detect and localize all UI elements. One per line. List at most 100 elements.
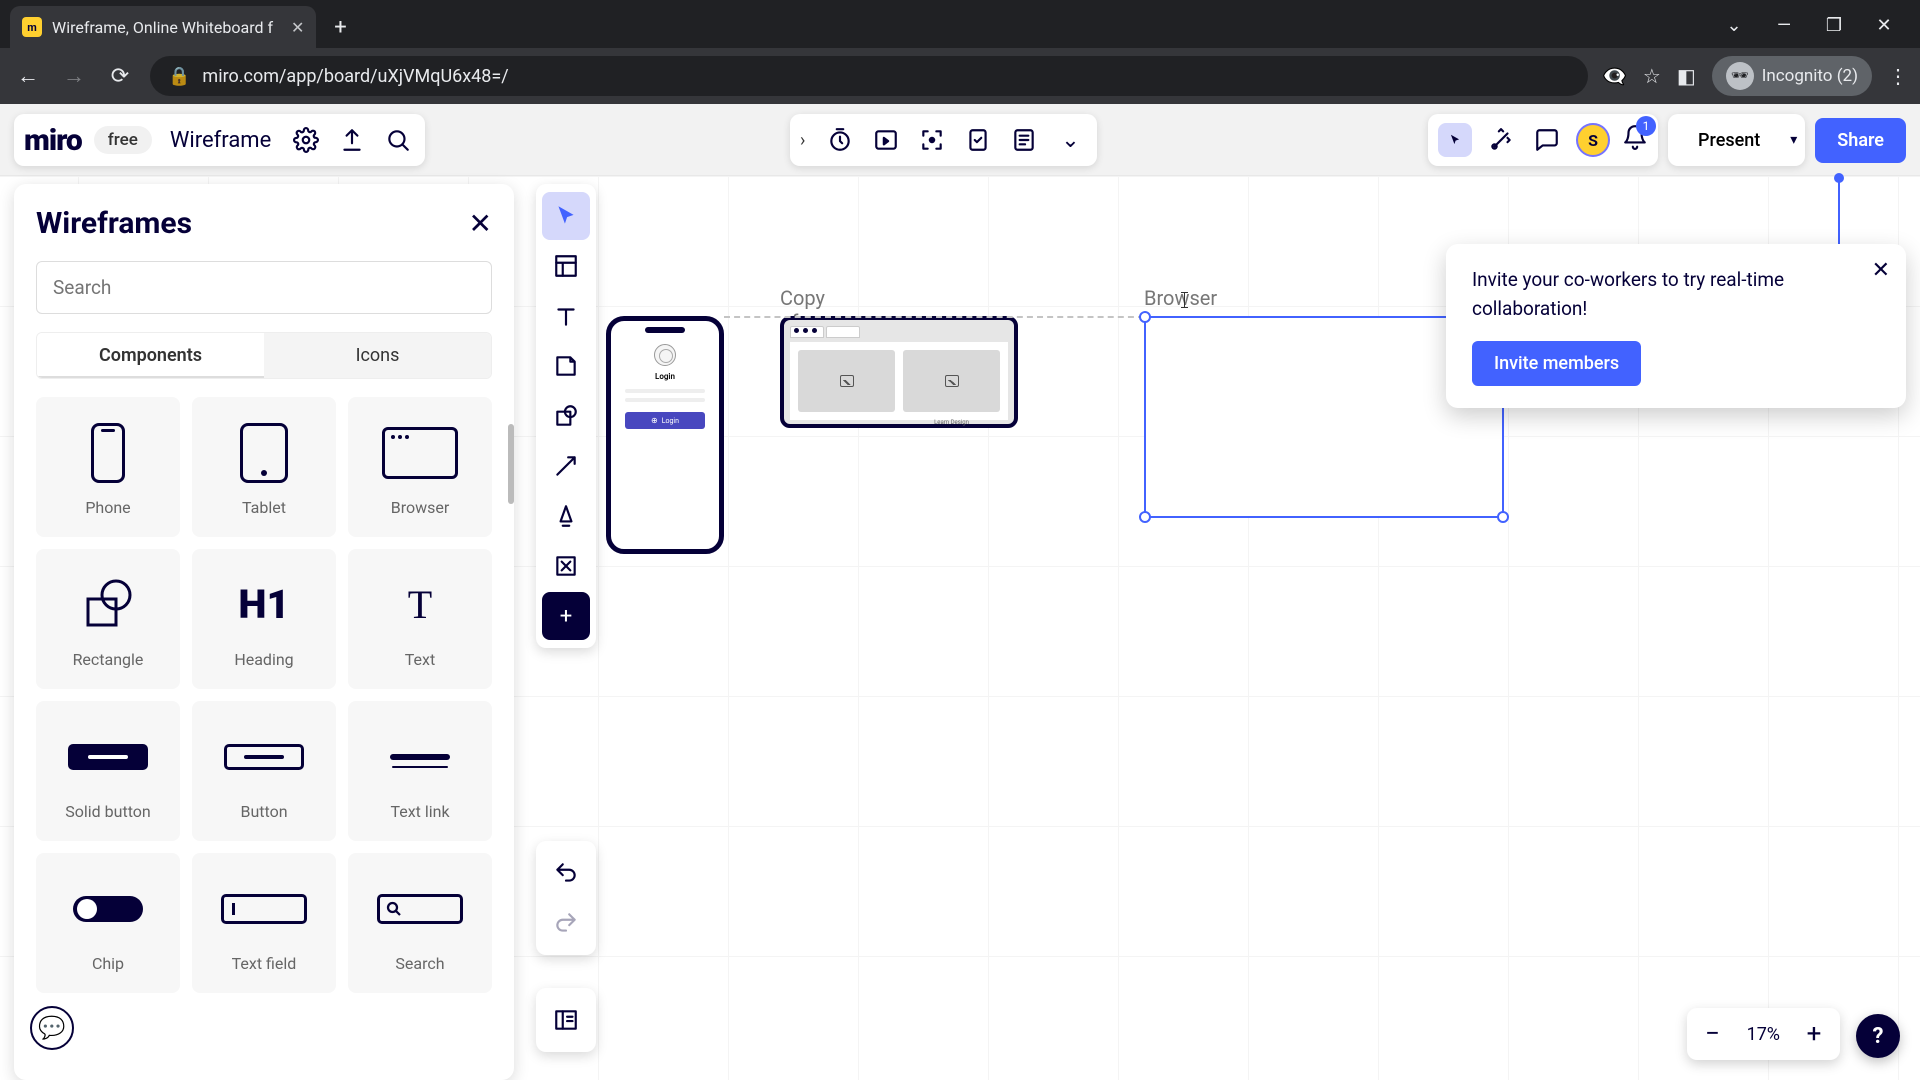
browser-menu-icon[interactable]: ⋮ xyxy=(1888,64,1908,88)
frame-focus-icon[interactable] xyxy=(915,123,949,157)
url-text: miro.com/app/board/uXjVMqU6x48=/ xyxy=(202,66,508,87)
miro-logo[interactable]: miro xyxy=(24,123,82,158)
zoom-out-icon[interactable]: − xyxy=(1693,1014,1733,1054)
miro-favicon: m xyxy=(22,17,42,37)
free-plan-badge[interactable]: free xyxy=(94,126,152,154)
browser-tab[interactable]: m Wireframe, Online Whiteboard f ✕ xyxy=(10,6,316,48)
invite-members-button[interactable]: Invite members xyxy=(1472,341,1641,386)
tab-icons[interactable]: Icons xyxy=(264,333,491,378)
component-text[interactable]: T Text xyxy=(348,549,492,689)
component-browser[interactable]: Browser xyxy=(348,397,492,537)
more-tools-icon[interactable]: + xyxy=(542,592,590,640)
toolbar: + xyxy=(536,184,596,648)
address-bar: ← → ⟳ 🔒 miro.com/app/board/uXjVMqU6x48=/… xyxy=(0,48,1920,104)
resize-handle-br[interactable] xyxy=(1497,511,1509,523)
pen-tool-icon[interactable] xyxy=(542,492,590,540)
component-text-field[interactable]: Text field xyxy=(192,853,336,993)
resize-handle-bl[interactable] xyxy=(1139,511,1151,523)
notifications-icon[interactable]: 1 xyxy=(1622,124,1648,156)
notification-badge: 1 xyxy=(1636,116,1656,136)
user-avatar[interactable]: S xyxy=(1576,123,1610,157)
connector-dot xyxy=(1834,173,1844,183)
url-input[interactable]: 🔒 miro.com/app/board/uXjVMqU6x48=/ xyxy=(150,56,1588,96)
search-icon[interactable] xyxy=(381,123,415,157)
zoom-level[interactable]: 17% xyxy=(1739,1024,1788,1045)
minimize-icon[interactable]: — xyxy=(1772,15,1796,36)
lock-icon: 🔒 xyxy=(168,66,190,87)
canvas-area[interactable]: Wireframes ✕ Components Icons Phone Tabl… xyxy=(0,176,1920,1080)
collapse-arrow-icon[interactable]: › xyxy=(800,130,811,151)
cursor-mode-icon[interactable] xyxy=(1438,123,1472,157)
phone-login-button: Login xyxy=(625,412,705,429)
component-solid-button[interactable]: Solid button xyxy=(36,701,180,841)
board-name[interactable]: Wireframe xyxy=(164,128,277,153)
phone-login-title: Login xyxy=(621,372,709,381)
incognito-badge[interactable]: 🕶 Incognito (2) xyxy=(1712,56,1872,96)
component-rectangle[interactable]: Rectangle xyxy=(36,549,180,689)
side-panel-toggle-icon[interactable] xyxy=(542,996,590,1044)
close-window-icon[interactable]: ✕ xyxy=(1872,15,1896,36)
help-button[interactable]: ? xyxy=(1856,1014,1900,1058)
timer-icon[interactable] xyxy=(823,123,857,157)
new-tab-button[interactable]: + xyxy=(322,9,358,45)
phone-avatar-placeholder xyxy=(654,344,676,366)
text-edit-cursor xyxy=(1184,292,1185,308)
window-controls: ⌄ — ❐ ✕ xyxy=(1722,15,1920,48)
tab-components[interactable]: Components xyxy=(37,333,264,378)
reload-icon[interactable]: ⟳ xyxy=(104,60,136,92)
component-heading[interactable]: H1 Heading xyxy=(192,549,336,689)
export-icon[interactable] xyxy=(335,123,369,157)
resize-handle-tl[interactable] xyxy=(1139,311,1151,323)
template-tool-icon[interactable] xyxy=(542,242,590,290)
wireframes-panel: Wireframes ✕ Components Icons Phone Tabl… xyxy=(14,184,514,1080)
eye-disabled-icon[interactable]: 👁‍🗨 xyxy=(1602,64,1627,88)
side-panel-icon[interactable]: ◧ xyxy=(1677,64,1696,88)
panel-title: Wireframes xyxy=(36,206,192,241)
image-placeholder-icon xyxy=(840,375,854,387)
reactions-icon[interactable] xyxy=(1484,123,1518,157)
search-input[interactable] xyxy=(36,261,492,314)
image-placeholder-icon xyxy=(945,375,959,387)
zoom-in-icon[interactable]: + xyxy=(1794,1014,1834,1054)
share-button[interactable]: Share xyxy=(1815,118,1906,163)
browser-tab-strip: m Wireframe, Online Whiteboard f ✕ + ⌄ —… xyxy=(0,0,1920,48)
miro-topbar: miro free Wireframe › ⌄ xyxy=(0,104,1920,176)
undo-icon[interactable] xyxy=(542,849,590,897)
tabs-dropdown-icon[interactable]: ⌄ xyxy=(1722,15,1746,36)
component-text-link[interactable]: Text link xyxy=(348,701,492,841)
select-tool-icon[interactable] xyxy=(542,192,590,240)
embed-icon[interactable] xyxy=(869,123,903,157)
panel-scrollbar[interactable] xyxy=(508,424,514,504)
sticky-note-tool-icon[interactable] xyxy=(542,342,590,390)
redo-icon[interactable] xyxy=(542,899,590,947)
shape-tool-icon[interactable] xyxy=(542,392,590,440)
connector-line xyxy=(1838,176,1840,246)
arrow-tool-icon[interactable] xyxy=(542,442,590,490)
comments-icon[interactable] xyxy=(1530,123,1564,157)
canvas-copy-browser-frame[interactable] xyxy=(780,316,1018,428)
component-phone[interactable]: Phone xyxy=(36,397,180,537)
settings-icon[interactable] xyxy=(289,123,323,157)
text-tool-icon[interactable] xyxy=(542,292,590,340)
copy-card-2 xyxy=(903,350,1000,412)
close-tab-icon[interactable]: ✕ xyxy=(291,18,304,37)
component-button[interactable]: Button xyxy=(192,701,336,841)
component-tablet[interactable]: Tablet xyxy=(192,397,336,537)
maximize-icon[interactable]: ❐ xyxy=(1822,15,1846,36)
frame-tool-icon[interactable] xyxy=(542,542,590,590)
present-dropdown-icon[interactable]: ▾ xyxy=(1786,132,1801,148)
back-icon[interactable]: ← xyxy=(12,60,44,92)
component-search[interactable]: Search xyxy=(348,853,492,993)
feedback-icon[interactable]: 💬 xyxy=(30,1006,74,1050)
close-popover-icon[interactable]: ✕ xyxy=(1872,258,1890,283)
more-apps-icon[interactable]: ⌄ xyxy=(1053,123,1087,157)
incognito-icon: 🕶 xyxy=(1726,62,1754,90)
note-list-icon[interactable] xyxy=(1007,123,1041,157)
present-button[interactable]: Present xyxy=(1684,130,1774,151)
bookmark-star-icon[interactable]: ☆ xyxy=(1643,64,1661,88)
close-panel-icon[interactable]: ✕ xyxy=(469,207,492,240)
canvas-phone-frame[interactable]: Login Login xyxy=(606,316,724,554)
component-chip[interactable]: Chip xyxy=(36,853,180,993)
forward-icon[interactable]: → xyxy=(58,60,90,92)
vote-icon[interactable] xyxy=(961,123,995,157)
